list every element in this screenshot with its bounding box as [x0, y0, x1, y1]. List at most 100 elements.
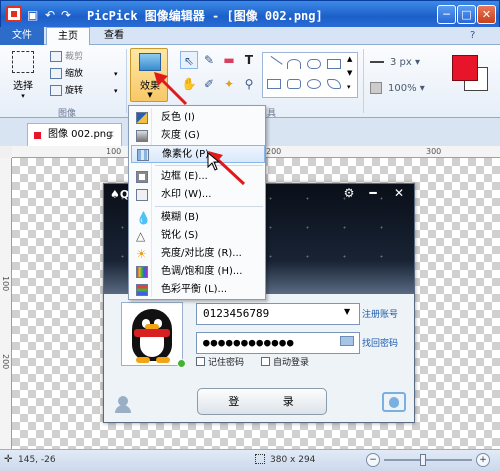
vertical-ruler: 100 200 — [0, 158, 12, 449]
undo-icon[interactable]: ↶ — [45, 8, 55, 22]
line-shape-icon[interactable] — [265, 55, 283, 73]
qr-code-icon — [382, 392, 406, 412]
document-tab-label: 图像 002.png — [48, 129, 113, 140]
sun-icon: ☀ — [136, 247, 147, 261]
sharpen-icon: △ — [136, 229, 146, 243]
gallery-more-icon[interactable]: ▾ — [347, 83, 351, 91]
ribbon-separator — [363, 49, 364, 113]
shapes-gallery[interactable]: ▲ ▼ ▾ — [262, 52, 358, 98]
resize-button[interactable]: 缩放 — [50, 67, 83, 81]
zoom-slider[interactable] — [384, 459, 472, 461]
polyline-shape-icon[interactable] — [327, 59, 341, 69]
pixelate-icon — [137, 149, 149, 161]
account-dropdown-icon: ▼ — [344, 307, 351, 316]
redo-icon[interactable]: ↷ — [61, 8, 71, 22]
menu-item-invert[interactable]: 反色 (I) — [131, 109, 265, 127]
menu-item-sharpen[interactable]: △ 锐化 (S) — [131, 227, 265, 245]
tab-view[interactable]: 查看 — [92, 27, 136, 45]
menu-item-label: 色彩平衡 (L)... — [161, 284, 228, 295]
cursor-position-icon: ✛ — [4, 454, 13, 465]
qq-settings-icon: ⚙ — [343, 186, 355, 200]
menu-item-brightness-contrast[interactable]: ☀ 亮度/对比度 (R)... — [131, 245, 265, 263]
select-button[interactable]: 选择 ▾ — [8, 51, 38, 100]
qq-password-field: ●●●●●●●●●●●● — [196, 332, 360, 354]
gallery-scroll-down-icon[interactable]: ▼ — [347, 69, 352, 77]
image-size: 380 x 294 — [270, 455, 316, 465]
title-bar: ▣ ↶ ↷ PicPick 图像编辑器 - [图像 002.png] ─ □ ✕ — [0, 0, 500, 27]
menu-item-label: 亮度/对比度 (R)... — [161, 248, 242, 259]
ruler-mark: 200 — [1, 354, 10, 370]
tab-close-icon[interactable]: × — [107, 124, 115, 146]
text-tool-icon[interactable]: T — [240, 51, 258, 69]
annotation-arrow — [154, 72, 188, 106]
ruler-mark: 100 — [106, 147, 122, 156]
remember-password-label: 记住密码 — [208, 358, 245, 368]
qq-close-icon: ✕ — [393, 186, 405, 200]
opacity-dropdown[interactable]: 100% ▾ — [370, 81, 440, 97]
gallery-scroll-up-icon[interactable]: ▲ — [347, 55, 352, 63]
rounded-rect-shape-icon[interactable] — [287, 79, 301, 89]
line-width-value: 3 px — [390, 57, 412, 68]
menu-item-blur[interactable]: 💧 模糊 (B) — [131, 209, 265, 227]
curve-shape-icon[interactable] — [287, 59, 301, 69]
line-width-dropdown[interactable]: 3 px ▾ — [370, 55, 440, 71]
qq-login-button: 登 录 — [197, 388, 327, 415]
resize-icon — [50, 68, 62, 79]
zoom-out-button[interactable]: − — [366, 453, 380, 467]
hue-icon — [136, 266, 148, 278]
menu-item-watermark[interactable]: 水印 (W)... — [131, 186, 265, 204]
ribbon-separator — [126, 49, 127, 113]
pointer-tool-icon[interactable]: ⇖ — [180, 51, 198, 69]
fill-tool-icon[interactable]: ✦ — [220, 75, 238, 93]
ellipse-shape-icon[interactable] — [307, 79, 321, 89]
watermark-icon — [136, 189, 148, 201]
qq-logo-icon: ♠Q — [110, 188, 130, 201]
zoom-slider-thumb[interactable] — [420, 454, 426, 466]
eyedropper-tool-icon[interactable]: ⚲ — [240, 75, 258, 93]
menu-item-hue-saturation[interactable]: 色调/饱和度 (H)... — [131, 263, 265, 281]
status-bar: ✛ 145, -26 380 x 294 − + — [0, 449, 500, 471]
ruler-mark: 300 — [426, 147, 442, 156]
border-icon — [136, 171, 148, 183]
menu-item-label: 边框 (E)... — [161, 171, 208, 182]
maximize-button[interactable]: □ — [457, 5, 476, 24]
resize-label: 缩放 — [65, 69, 84, 79]
rectangle-shape-icon[interactable] — [267, 79, 281, 89]
rotate-icon — [50, 85, 62, 96]
callout-shape-icon[interactable] — [327, 79, 341, 89]
pen-tool-icon[interactable]: ✎ — [200, 51, 218, 69]
menu-item-label: 反色 (I) — [161, 112, 195, 123]
document-tab[interactable]: 图像 002.png × — [27, 123, 122, 146]
cursor-position: 145, -26 — [18, 455, 56, 465]
close-button[interactable]: ✕ — [477, 5, 496, 24]
minimize-button[interactable]: ─ — [437, 5, 456, 24]
help-icon[interactable]: ? — [470, 30, 475, 41]
rotate-button[interactable]: 旋转 — [50, 84, 83, 98]
auto-login-label: 自动登录 — [273, 358, 310, 368]
foreground-color-swatch[interactable] — [452, 55, 478, 81]
freeform-shape-icon[interactable] — [307, 59, 321, 69]
menu-item-color-balance[interactable]: 色彩平衡 (L)... — [131, 281, 265, 299]
save-icon[interactable]: ▣ — [27, 8, 38, 22]
tab-home[interactable]: 主页 — [46, 27, 90, 46]
zoom-in-button[interactable]: + — [476, 453, 490, 467]
keyboard-icon — [340, 336, 354, 346]
menu-item-label: 色调/饱和度 (H)... — [161, 266, 243, 277]
picpick-app-icon — [6, 6, 22, 22]
brush-tool-icon[interactable]: ✐ — [200, 75, 218, 93]
menu-item-label: 锐化 (S) — [161, 230, 199, 241]
select-label: 选择 — [13, 81, 33, 92]
eraser-tool-icon[interactable]: ▬ — [220, 51, 238, 69]
remember-password-checkbox: 记住密码 — [196, 355, 244, 368]
rotate-dropdown-arrow[interactable]: ▾ — [114, 84, 118, 98]
resize-dropdown-arrow[interactable]: ▾ — [114, 67, 118, 81]
menu-item-grayscale[interactable]: 灰度 (G) — [131, 127, 265, 145]
auto-login-checkbox: 自动登录 — [261, 355, 309, 368]
image-file-icon — [34, 132, 41, 139]
color-balance-icon — [136, 284, 148, 296]
grayscale-icon — [136, 130, 148, 142]
tab-file[interactable]: 文件 — [0, 27, 44, 45]
crop-button[interactable]: 裁剪 — [50, 50, 83, 64]
ribbon-tabs: 文件 主页 查看 ? — [0, 27, 500, 46]
effects-icon — [139, 53, 161, 71]
